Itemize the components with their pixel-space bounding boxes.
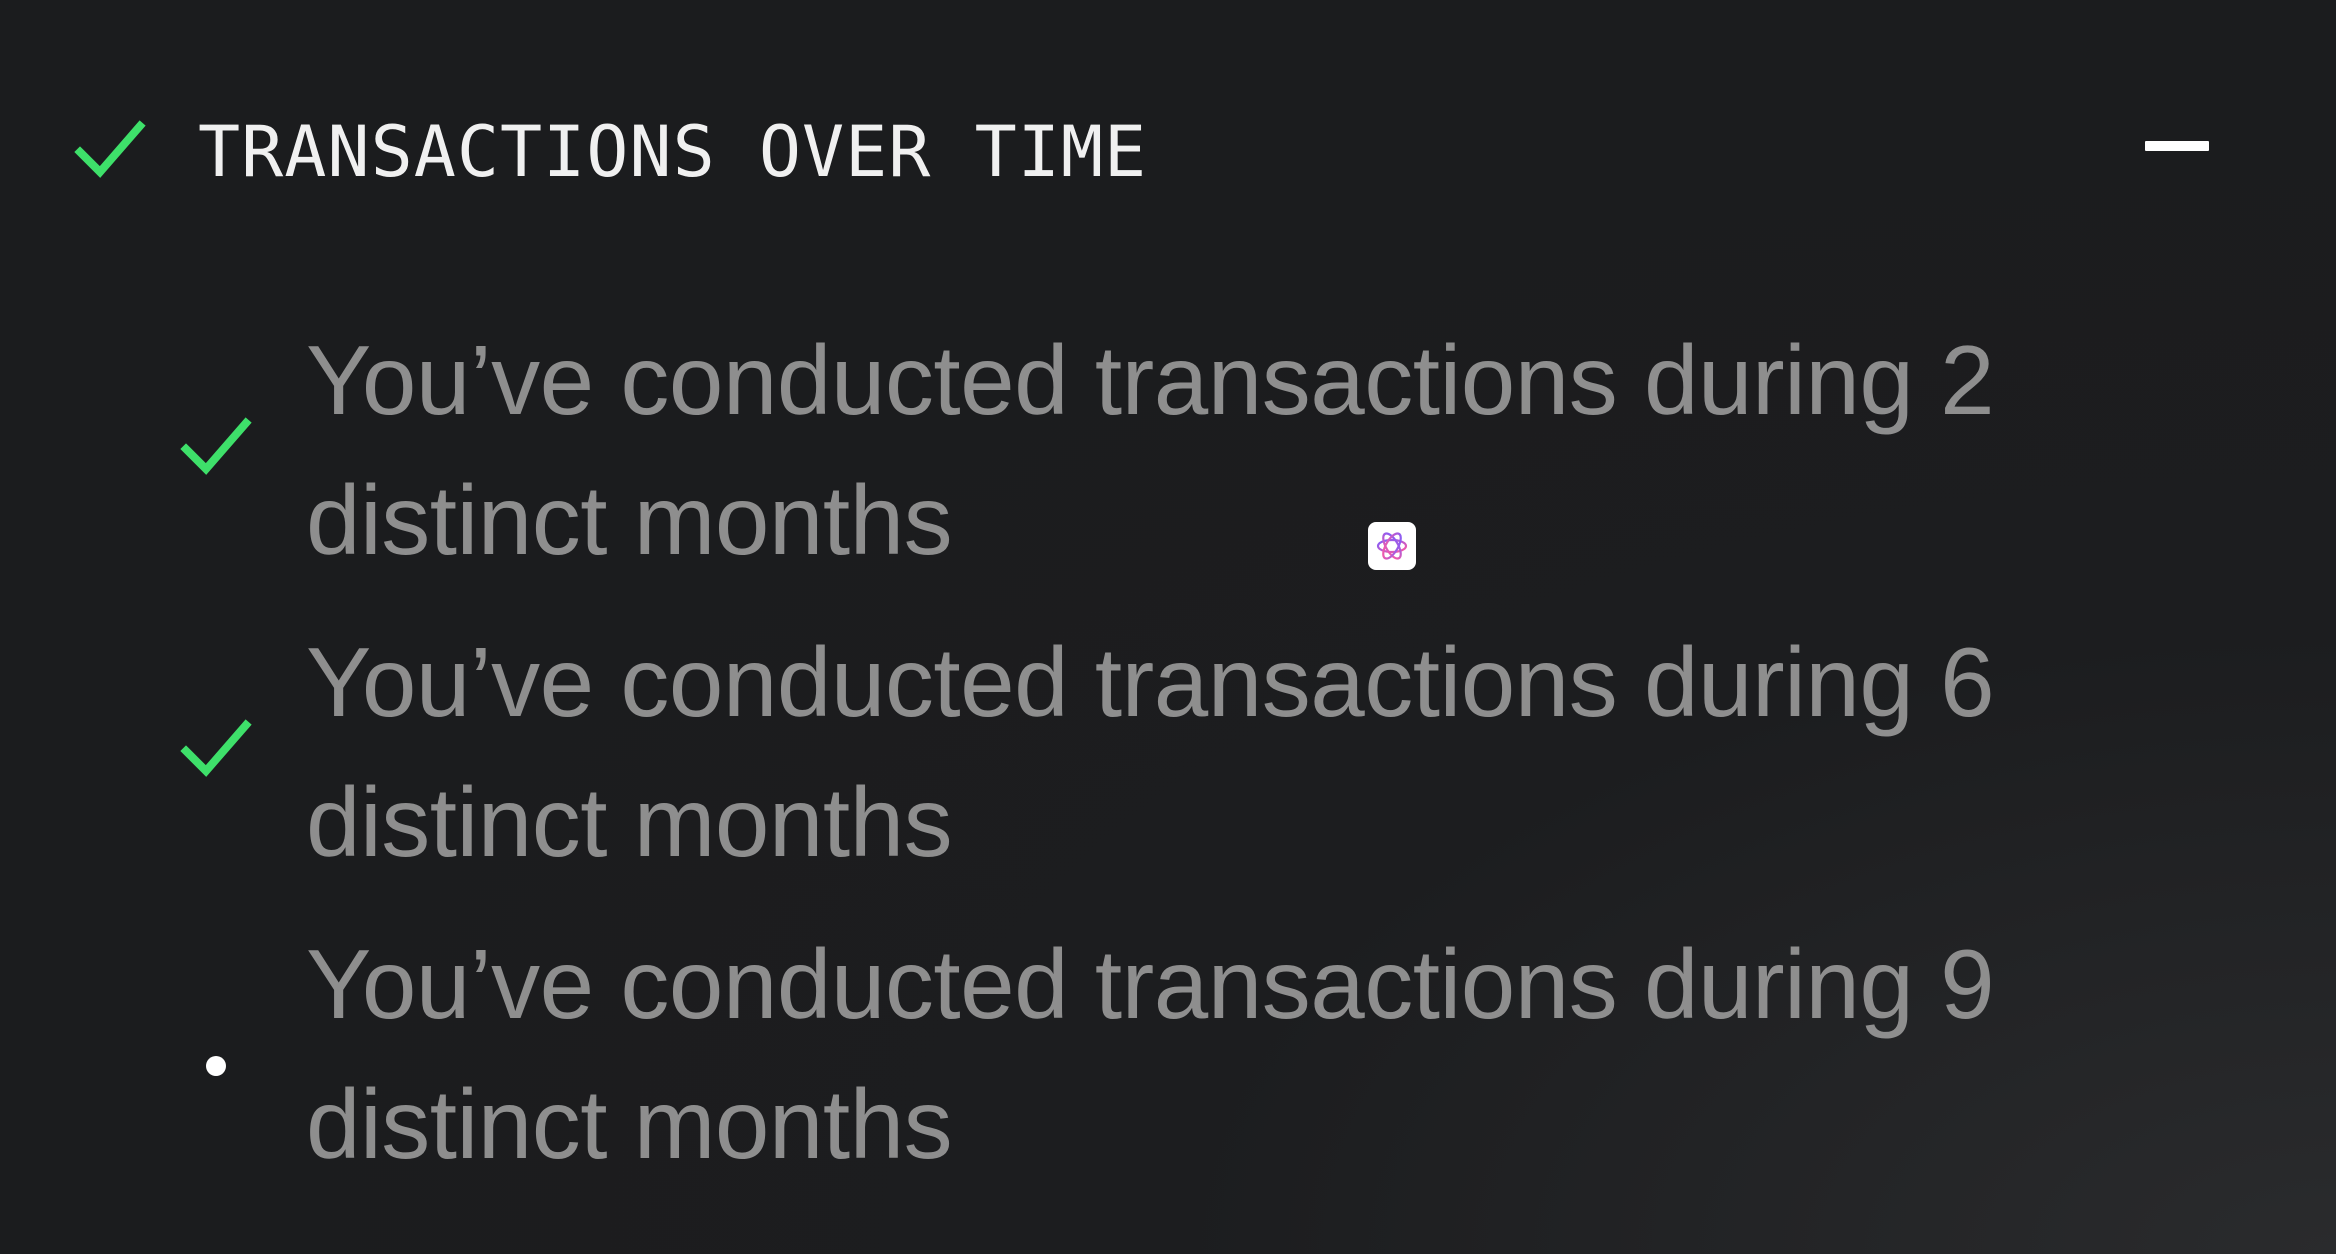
section-title: TRANSACTIONS OVER TIME (198, 111, 1148, 193)
checkmark-icon (180, 719, 252, 777)
criteria-item-6-months: You’ve conducted transactions during 6 d… (0, 612, 2336, 914)
minus-icon (2145, 141, 2209, 151)
openai-logo-icon[interactable] (1368, 522, 1416, 570)
criteria-text: You’ve conducted transactions during 6 d… (306, 627, 1995, 877)
openai-logo-glyph (1376, 532, 1408, 560)
criteria-text: You’ve conducted transactions during 9 d… (306, 929, 1995, 1179)
collapse-button[interactable] (2130, 110, 2220, 180)
criteria-text: You’ve conducted transactions during 2 d… (306, 325, 1995, 575)
checkmark-icon (180, 417, 252, 475)
transactions-over-time-panel: TRANSACTIONS OVER TIME You’ve conducted … (0, 0, 2336, 1254)
bullet-dot-icon (206, 1056, 226, 1076)
criteria-item-9-months: You’ve conducted transactions during 9 d… (0, 914, 2336, 1216)
criteria-list: You’ve conducted transactions during 2 d… (0, 310, 2336, 1216)
checkmark-icon (74, 120, 146, 178)
section-header[interactable]: TRANSACTIONS OVER TIME (0, 80, 2336, 210)
criteria-item-2-months: You’ve conducted transactions during 2 d… (0, 310, 2336, 612)
